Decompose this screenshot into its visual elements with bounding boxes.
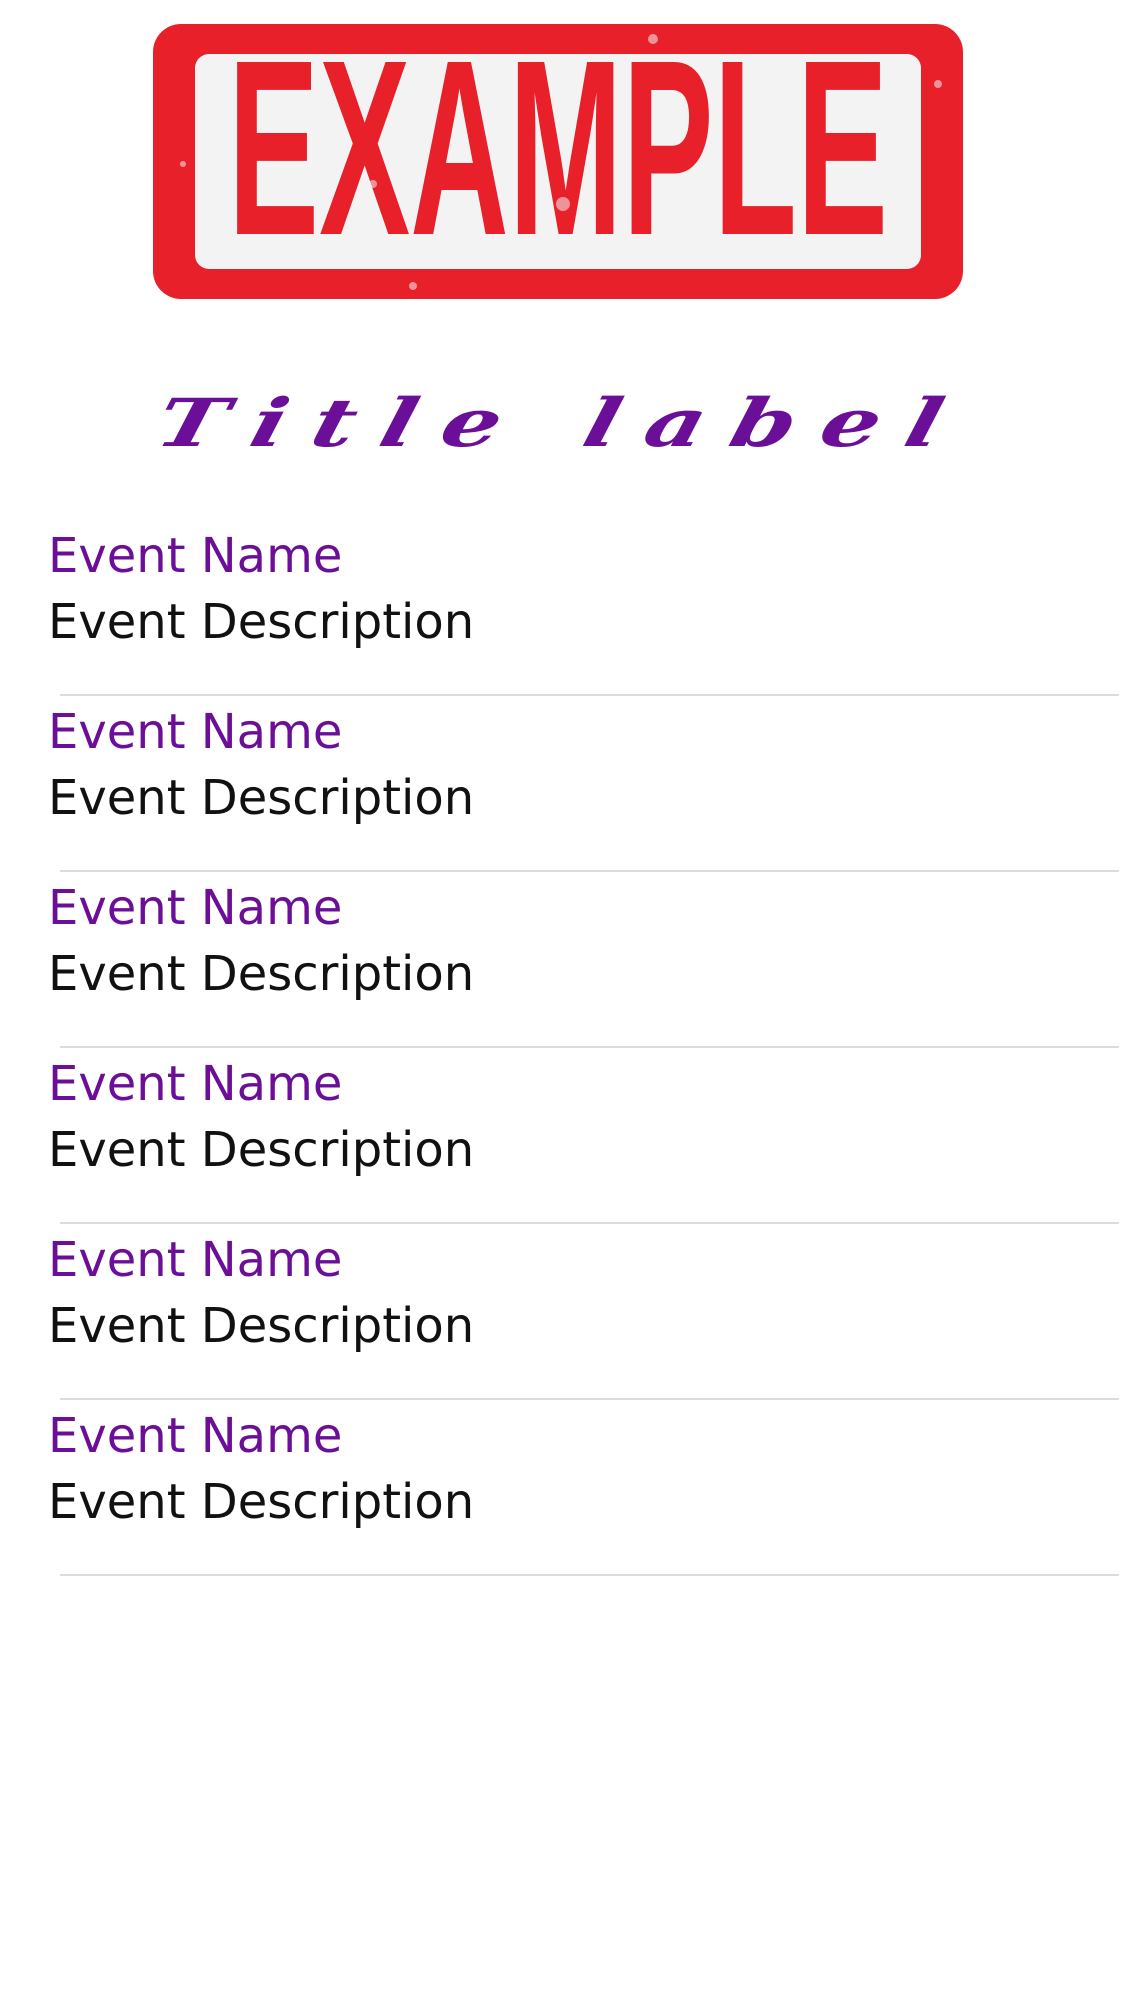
event-row[interactable]: Event Name Event Description [0,872,1125,1048]
event-row[interactable]: Event Name Event Description [0,1048,1125,1224]
event-name: Event Name [48,528,343,584]
event-description: Event Description [48,594,475,650]
title-label-text: Title label [147,384,978,462]
event-row[interactable]: Event Name Event Description [0,1224,1125,1400]
event-description: Event Description [48,770,475,826]
event-description: Event Description [48,1474,475,1530]
logo-wordmark: EXAMPLE [228,24,888,287]
event-name: Event Name [48,704,343,760]
event-name: Event Name [48,1056,343,1112]
title-label: Title label [0,368,1125,478]
event-name: Event Name [48,880,343,936]
stamp-logo-graphic: EXAMPLE [153,24,963,299]
event-row[interactable]: Event Name Event Description [0,1400,1125,1576]
event-row[interactable]: Event Name Event Description [0,696,1125,872]
event-name: Event Name [48,1232,343,1288]
event-list: Event Name Event Description Event Name … [0,520,1125,1576]
example-stamp-logo: EXAMPLE [153,24,963,299]
event-description: Event Description [48,1298,475,1354]
event-description: Event Description [48,1122,475,1178]
event-description: Event Description [48,946,475,1002]
event-row[interactable]: Event Name Event Description [0,520,1125,696]
event-name: Event Name [48,1408,343,1464]
